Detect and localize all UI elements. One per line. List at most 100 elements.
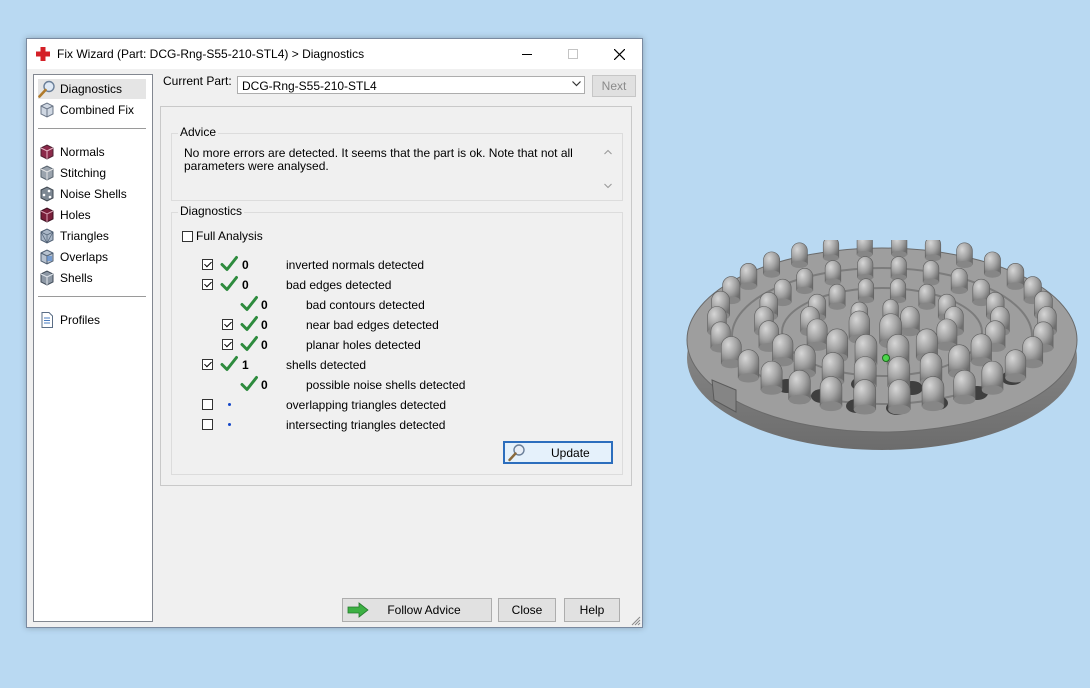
support-pin xyxy=(1006,263,1025,290)
support-pin xyxy=(922,260,940,286)
nav-item-normals[interactable]: Normals xyxy=(38,142,146,162)
row-label: bad edges detected xyxy=(286,278,392,292)
row-count: 0 xyxy=(261,318,268,332)
diag-row-overlapping-triangles: overlapping triangles detected xyxy=(172,395,612,415)
checkmark-icon xyxy=(220,256,238,271)
nav-item-label: Overlaps xyxy=(60,250,109,264)
nav-item-label: Triangles xyxy=(60,229,109,243)
nav-item-stitching[interactable]: Stitching xyxy=(38,163,146,183)
row-count: 0 xyxy=(261,338,268,352)
nav-item-holes[interactable]: Holes xyxy=(38,205,146,225)
row-count: 1 xyxy=(242,358,249,372)
nav-item-label: Combined Fix xyxy=(60,103,135,117)
ring-part-3d-model[interactable] xyxy=(684,240,1080,458)
row-checkbox[interactable] xyxy=(202,259,213,270)
nav-item-shells[interactable]: Shells xyxy=(38,268,146,288)
nav-item-label: Normals xyxy=(60,145,105,159)
support-pin xyxy=(891,240,908,258)
full-analysis-checkbox[interactable]: Full Analysis xyxy=(182,229,263,243)
nav-item-combined-fix[interactable]: Combined Fix xyxy=(38,100,146,120)
minimize-icon xyxy=(522,54,532,55)
row-count: 0 xyxy=(261,298,268,312)
checkmark-icon xyxy=(240,316,258,331)
update-button[interactable]: Update xyxy=(503,441,613,464)
arrow-right-icon xyxy=(347,602,369,618)
support-pin xyxy=(857,256,874,282)
row-count: 0 xyxy=(261,378,268,392)
cube-icon xyxy=(40,102,54,118)
current-part-dropdown[interactable]: DCG-Rng-S55-210-STL4 xyxy=(237,76,585,94)
checkmark-icon xyxy=(240,296,258,311)
fix-wizard-window: Fix Wizard (Part: DCG-Rng-S55-210-STL4) … xyxy=(26,38,643,628)
support-pin xyxy=(824,260,842,286)
window-title: Fix Wizard (Part: DCG-Rng-S55-210-STL4) … xyxy=(57,47,365,61)
support-pin xyxy=(772,333,794,367)
minimize-button[interactable] xyxy=(504,39,550,69)
nav-item-diagnostics[interactable]: Diagnostics xyxy=(38,79,146,99)
resize-grip-icon[interactable] xyxy=(631,616,641,626)
diag-row-bad-edges: 0 bad edges detected xyxy=(172,275,612,295)
cube-icon xyxy=(40,270,54,286)
checkbox[interactable] xyxy=(182,230,193,242)
nav-divider xyxy=(38,296,146,297)
diag-row-inverted-normals: 0 inverted normals detected xyxy=(172,255,612,275)
advice-scrollbar[interactable] xyxy=(602,146,614,192)
magnifier-icon xyxy=(508,444,525,462)
support-pin xyxy=(918,283,936,310)
row-checkbox[interactable] xyxy=(202,399,213,410)
follow-advice-label: Follow Advice xyxy=(387,603,461,617)
row-checkbox[interactable] xyxy=(222,319,233,330)
checkmark-icon xyxy=(220,356,238,371)
nav-item-label: Diagnostics xyxy=(60,82,123,96)
row-count: 0 xyxy=(242,278,249,292)
nav-item-overlaps[interactable]: Overlaps xyxy=(38,247,146,267)
nav-item-label: Stitching xyxy=(60,166,107,180)
support-pin xyxy=(791,242,808,269)
selection-marker-icon xyxy=(882,354,890,362)
checkmark-icon xyxy=(240,336,258,351)
row-count: 0 xyxy=(242,258,249,272)
close-window-button[interactable] xyxy=(596,39,642,69)
row-checkbox[interactable] xyxy=(202,419,213,430)
cube-icon xyxy=(40,144,54,160)
title-bar[interactable]: Fix Wizard (Part: DCG-Rng-S55-210-STL4) … xyxy=(27,39,642,69)
support-pin xyxy=(890,256,907,282)
next-button[interactable]: Next xyxy=(592,75,636,97)
nav-item-noise-shells[interactable]: Noise Shells xyxy=(38,184,146,204)
red-cross-icon xyxy=(36,47,50,61)
cube-icon xyxy=(40,249,54,265)
row-checkbox[interactable] xyxy=(222,339,233,350)
diag-row-planar-holes: 0 planar holes detected xyxy=(172,335,612,355)
maximize-button[interactable] xyxy=(550,39,596,69)
support-pin xyxy=(956,242,973,269)
row-checkbox[interactable] xyxy=(202,359,213,370)
checkmark-icon xyxy=(240,376,258,391)
current-part-label: Current Part: xyxy=(163,74,232,88)
close-button[interactable]: Close xyxy=(498,598,556,622)
nav-item-triangles[interactable]: Triangles xyxy=(38,226,146,246)
support-pin xyxy=(822,240,840,262)
support-pin xyxy=(950,268,968,295)
nav-item-profiles[interactable]: Profiles xyxy=(38,310,146,330)
row-checkbox[interactable] xyxy=(202,279,213,290)
help-button[interactable]: Help xyxy=(564,598,620,622)
support-pin xyxy=(924,240,942,262)
current-part-value: DCG-Rng-S55-210-STL4 xyxy=(242,79,377,93)
maximize-icon xyxy=(568,49,578,59)
follow-advice-button[interactable]: Follow Advice xyxy=(342,598,492,622)
nav-item-label: Shells xyxy=(60,271,93,285)
cube-icon xyxy=(40,165,54,181)
support-pin xyxy=(887,379,911,415)
support-pin xyxy=(857,278,875,304)
advice-text: No more errors are detected. It seems th… xyxy=(184,146,573,173)
advice-group: Advice No more errors are detected. It s… xyxy=(171,125,623,201)
checkmark-icon xyxy=(220,276,238,291)
support-pin xyxy=(1004,349,1027,383)
diag-row-near-bad-edges: 0 near bad edges detected xyxy=(172,315,612,335)
row-label: planar holes detected xyxy=(306,338,421,352)
support-pin xyxy=(737,349,760,383)
diag-row-bad-contours: 0 bad contours detected xyxy=(172,295,612,315)
pending-dot-icon xyxy=(228,423,231,426)
support-pin xyxy=(788,369,811,405)
support-pin xyxy=(760,360,783,395)
